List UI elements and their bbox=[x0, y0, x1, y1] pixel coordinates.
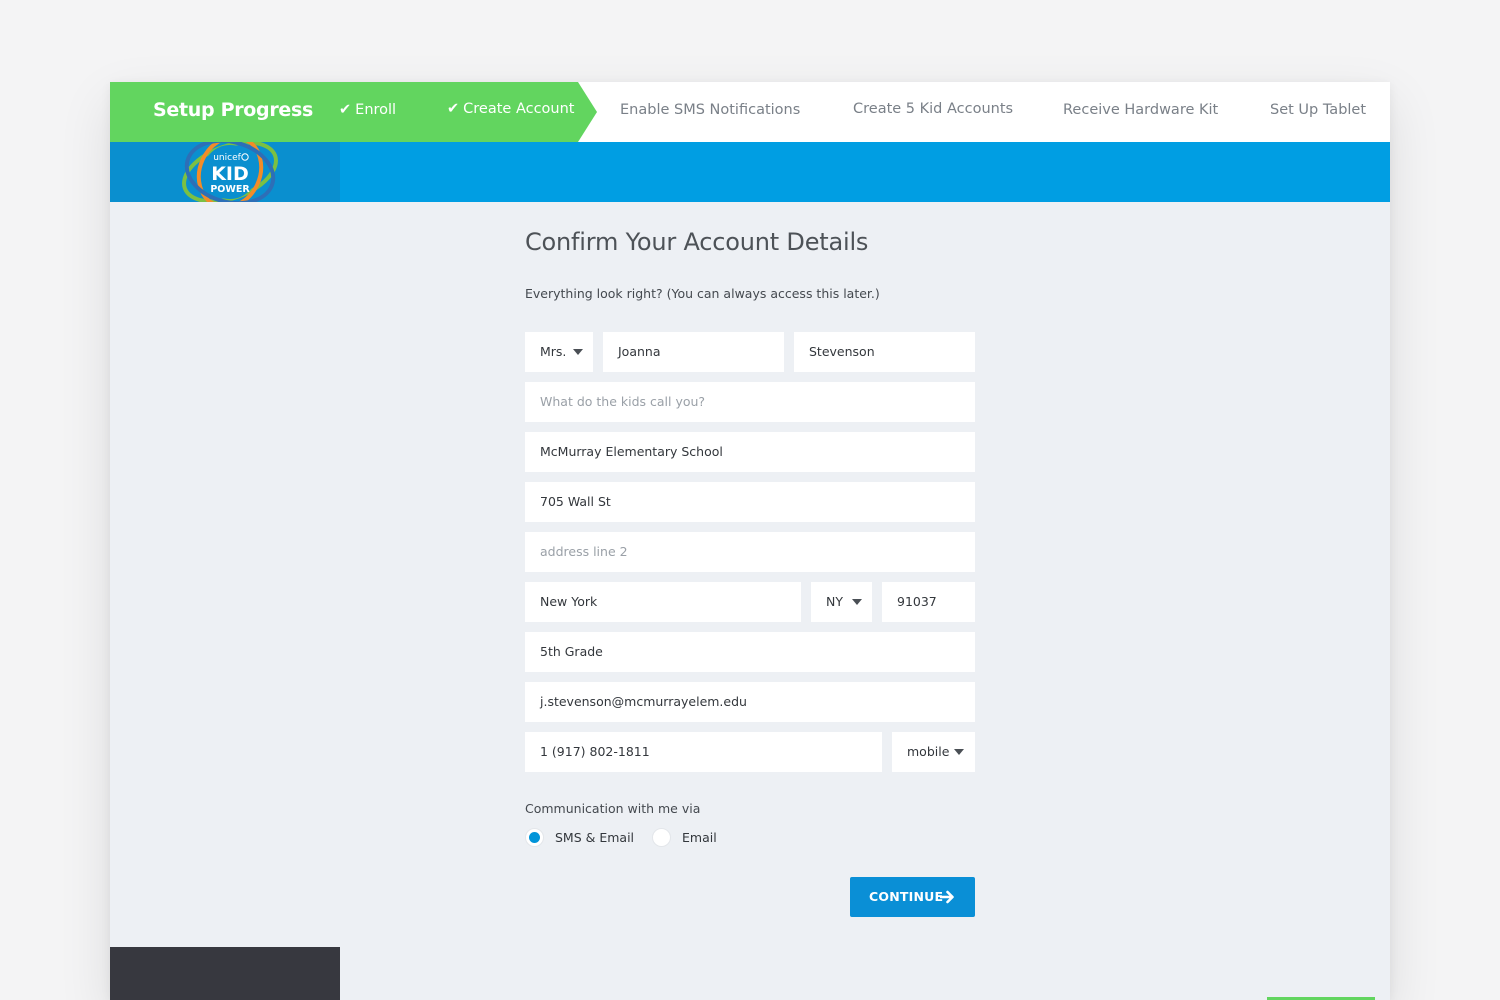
state-value: NY bbox=[826, 594, 843, 609]
address-line2-field[interactable]: address line 2 bbox=[525, 532, 975, 572]
email-field[interactable]: j.stevenson@mcmurrayelem.edu bbox=[525, 682, 975, 722]
app-window: Setup Progress ✔ Enroll ✔ Create Account E… bbox=[110, 82, 1390, 1000]
footer-dark-panel bbox=[110, 947, 340, 1000]
zip-field[interactable]: 91037 bbox=[882, 582, 975, 622]
step-receive-hardware[interactable]: Receive Hardware Kit bbox=[1063, 102, 1218, 118]
progress-arrow bbox=[578, 82, 597, 142]
city-field[interactable]: New York bbox=[525, 582, 801, 622]
continue-button[interactable]: CONTINUE bbox=[850, 877, 975, 917]
unicef-kid-power-logo: unicef KID POWER bbox=[182, 142, 278, 202]
step-enable-sms[interactable]: Enable SMS Notifications bbox=[620, 102, 800, 118]
step-set-up-tablet[interactable]: Set Up Tablet bbox=[1270, 102, 1366, 118]
page-subtitle: Everything look right? (You can always a… bbox=[525, 286, 880, 301]
radio-sms-email-label[interactable]: SMS & Email bbox=[555, 830, 634, 845]
check-icon: ✔ bbox=[447, 101, 460, 117]
logo-area[interactable]: unicef KID POWER bbox=[110, 142, 340, 202]
radio-sms-email[interactable] bbox=[525, 828, 544, 847]
header-bar: unicef KID POWER bbox=[110, 142, 1390, 202]
logo-kid-text: KID bbox=[211, 163, 249, 185]
nickname-field[interactable]: What do the kids call you? bbox=[525, 382, 975, 422]
first-name-field[interactable]: Joanna bbox=[603, 332, 784, 372]
chevron-down-icon bbox=[573, 349, 583, 355]
chevron-down-icon bbox=[852, 599, 862, 605]
step-create-kid-accounts[interactable]: Create 5 Kid Accounts bbox=[853, 101, 1013, 117]
arrow-right-icon bbox=[940, 890, 954, 904]
step-enroll[interactable]: ✔ Enroll bbox=[339, 102, 396, 118]
grade-field[interactable]: 5th Grade bbox=[525, 632, 975, 672]
school-field[interactable]: McMurray Elementary School bbox=[525, 432, 975, 472]
setup-progress-title: Setup Progress bbox=[153, 99, 314, 121]
state-select[interactable]: NY bbox=[811, 582, 872, 622]
address-line1-field[interactable]: 705 Wall St bbox=[525, 482, 975, 522]
logo-unicef-text: unicef bbox=[213, 153, 241, 163]
step-label: Set Up Tablet bbox=[1270, 102, 1367, 118]
phone-field[interactable]: 1 (917) 802-1811 bbox=[525, 732, 882, 772]
communication-label: Communication with me via bbox=[525, 801, 701, 816]
radio-email-label[interactable]: Email bbox=[682, 830, 717, 845]
salutation-value: Mrs. bbox=[540, 344, 567, 359]
check-icon: ✔ bbox=[339, 102, 352, 118]
last-name-field[interactable]: Stevenson bbox=[794, 332, 975, 372]
step-label: Enroll bbox=[355, 102, 397, 118]
step-label: Enable SMS Notifications bbox=[620, 102, 801, 118]
step-label: Create 5 Kid Accounts bbox=[853, 101, 1014, 117]
step-create-account[interactable]: ✔ Create Account bbox=[447, 101, 575, 117]
setup-progress-bar: Setup Progress ✔ Enroll ✔ Create Account E… bbox=[110, 82, 1390, 142]
page-title: Confirm Your Account Details bbox=[525, 228, 869, 256]
chevron-down-icon bbox=[954, 749, 964, 755]
step-label: Create Account bbox=[463, 101, 575, 117]
radio-email[interactable] bbox=[652, 828, 671, 847]
step-label: Receive Hardware Kit bbox=[1063, 102, 1219, 118]
phone-type-select[interactable]: mobile bbox=[892, 732, 975, 772]
salutation-select[interactable]: Mrs. bbox=[525, 332, 593, 372]
logo-power-text: POWER bbox=[210, 184, 250, 195]
phone-type-value: mobile bbox=[907, 744, 950, 759]
continue-label: CONTINUE bbox=[869, 889, 944, 904]
